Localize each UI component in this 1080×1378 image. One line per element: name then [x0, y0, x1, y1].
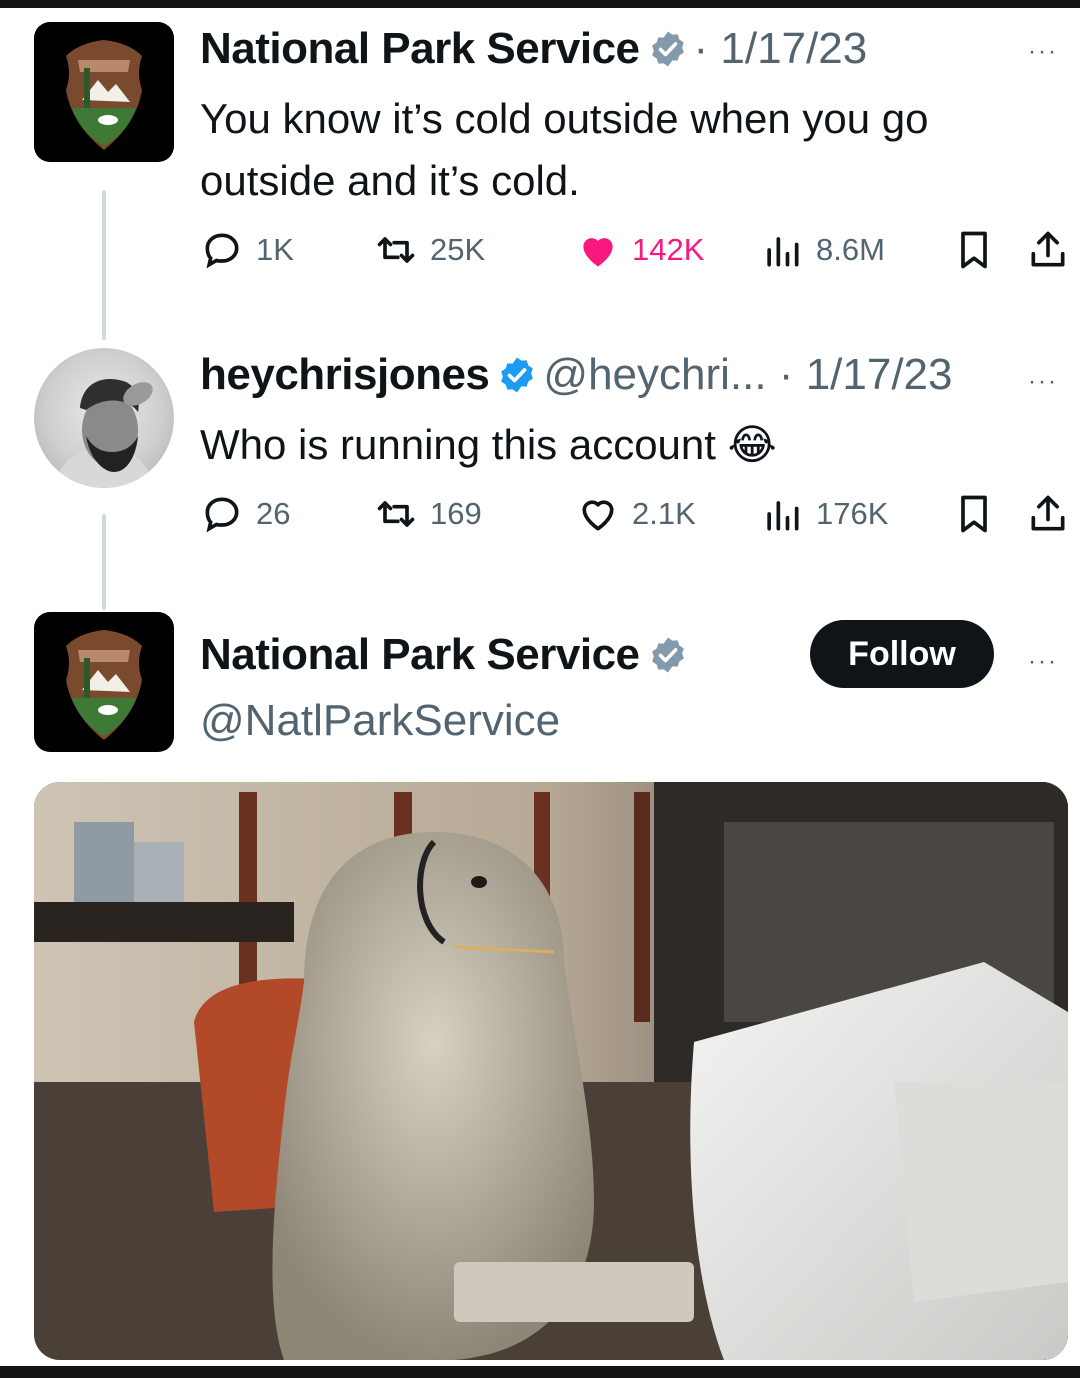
verified-gray-icon [651, 637, 684, 673]
tweet2-text: Who is running this account [200, 421, 716, 468]
verified-blue-icon [501, 357, 534, 393]
views-count: 8.6M [816, 232, 885, 267]
tweet2-header: heychrisjones @heychri... · 1/17/23 [200, 350, 953, 400]
tweet1-text: You know it’s cold outside when you go o… [200, 95, 929, 204]
reply-icon [205, 497, 239, 533]
retweet-icon [377, 237, 415, 263]
views-count: 176K [816, 496, 889, 531]
reply-icon [205, 233, 239, 269]
reply-count: 26 [256, 496, 291, 531]
tweet2-text-line: Who is running this account 😂 [200, 414, 777, 476]
user-avatar[interactable] [34, 348, 174, 488]
retweet-count: 169 [430, 496, 482, 531]
tweet1-author-name[interactable]: National Park Service [200, 24, 640, 74]
tweet2-handle-date[interactable]: @heychri... · 1/17/23 [543, 350, 952, 400]
share-icon [1031, 495, 1065, 531]
reply-button[interactable]: 26 [200, 492, 290, 536]
like-count: 142K [632, 232, 705, 267]
retweet-button[interactable]: 25K [374, 228, 485, 272]
more-options-icon[interactable]: ··· [1028, 38, 1058, 66]
heart-outline-icon [582, 500, 614, 531]
thread-view: National Park Service · 1/17/23 ··· You … [0, 8, 1080, 1366]
share-button[interactable] [1026, 492, 1080, 536]
tweet2-actions: 26 169 2.1K 176K [200, 492, 1080, 552]
share-button[interactable] [1026, 228, 1080, 272]
views-button[interactable]: 8.6M [760, 228, 885, 272]
bookmark-icon [961, 231, 987, 269]
tweet1-actions: 1K 25K 142K 8.6M [200, 228, 1080, 288]
nps-avatar[interactable] [34, 22, 174, 162]
tweet3-author-name[interactable]: National Park Service [200, 630, 640, 680]
tweet-media-photo[interactable] [34, 782, 1068, 1360]
views-button[interactable]: 176K [760, 492, 888, 536]
like-button[interactable]: 2.1K [576, 492, 696, 536]
tweet1-date[interactable]: · 1/17/23 [694, 24, 868, 74]
prairie-dog-at-computer-image [34, 782, 1068, 1360]
more-options-icon[interactable]: ··· [1028, 368, 1058, 396]
tweet2-author-name[interactable]: heychrisjones [200, 350, 490, 400]
reply-count: 1K [256, 232, 294, 267]
like-button[interactable]: 142K [576, 228, 704, 272]
retweet-count: 25K [430, 232, 486, 267]
reply-button[interactable]: 1K [200, 228, 294, 272]
more-options-icon[interactable]: ··· [1028, 648, 1058, 676]
laughing-emoji: 😂 [727, 421, 777, 468]
nps-avatar[interactable] [34, 612, 174, 752]
person-photo [54, 379, 154, 488]
verified-gray-icon [651, 31, 684, 67]
share-icon [1031, 231, 1065, 267]
thread-connector [102, 514, 106, 610]
tweet1-header: National Park Service · 1/17/23 [200, 24, 867, 74]
bookmark-button[interactable] [952, 228, 1008, 272]
retweet-icon [377, 501, 415, 527]
views-chart-icon [767, 501, 799, 531]
like-count: 2.1K [632, 496, 696, 531]
views-chart-icon [767, 237, 799, 267]
thread-connector [102, 190, 106, 340]
retweet-button[interactable]: 169 [374, 492, 482, 536]
nps-arrowhead-logo [66, 630, 142, 740]
tweet3-header: National Park Service [200, 630, 694, 680]
heart-filled-icon [583, 238, 613, 267]
bookmark-button[interactable] [952, 492, 1008, 536]
tweet3-handle[interactable]: @NatlParkService [200, 696, 560, 746]
follow-button[interactable]: Follow [810, 620, 994, 688]
nps-arrowhead-logo [66, 40, 142, 150]
bookmark-icon [961, 495, 987, 533]
